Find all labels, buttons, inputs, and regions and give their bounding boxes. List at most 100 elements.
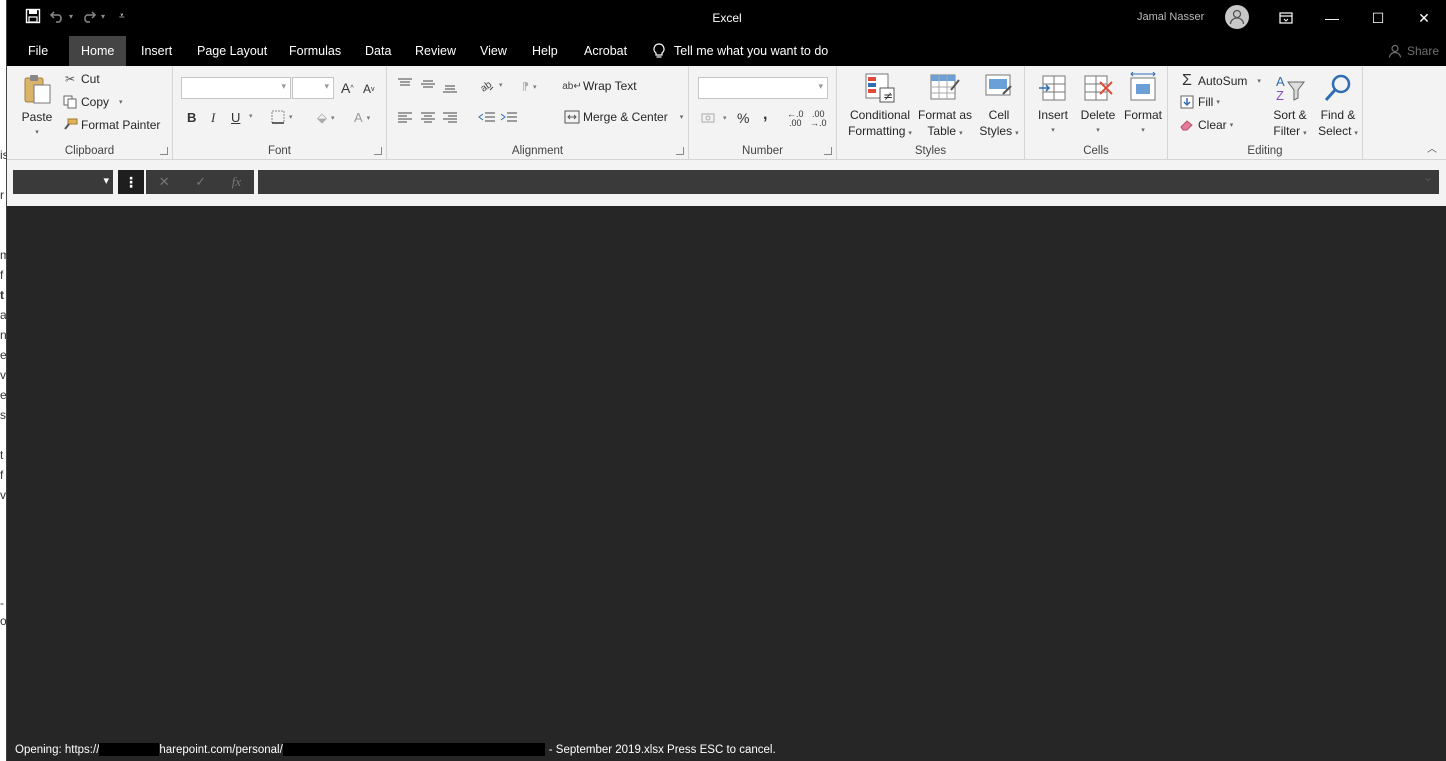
format-cells-button[interactable]: Format ▾ [1121,72,1165,139]
dialog-launcher-icon[interactable] [824,147,832,155]
accounting-format-icon[interactable]: ▾ [701,111,727,125]
merge-center-label: Merge & Center [583,110,668,124]
align-center-icon[interactable] [420,111,436,123]
font-size-combo[interactable] [292,77,334,99]
chevron-down-icon[interactable]: ▾ [249,112,253,120]
fill-down-icon [1178,95,1196,109]
status-prefix: Opening: https:// [15,743,100,756]
number-format-combo[interactable] [698,77,828,99]
chevron-down-icon: ▾ [1051,127,1055,134]
borders-icon[interactable]: ▾ [271,110,293,124]
format-painter-label: Format Painter [81,118,161,132]
user-name[interactable]: Jamal Nasser [1137,11,1223,23]
bg-text: f [0,268,4,282]
dialog-launcher-icon[interactable] [160,147,168,155]
align-middle-icon[interactable] [420,78,436,90]
paragraph-direction-icon[interactable]: ⁋ ▾ [522,80,537,93]
decrease-decimal-icon[interactable]: .00 →.0 [810,110,827,128]
avatar[interactable] [1225,5,1249,29]
dialog-launcher-icon[interactable] [676,147,684,155]
delete-cells-button[interactable]: Delete ▾ [1077,72,1119,139]
more-options-icon[interactable]: ⋮ [118,170,144,194]
tab-file[interactable]: File [17,36,59,66]
align-top-icon[interactable] [397,78,413,90]
autosum-label: AutoSum [1198,74,1248,88]
tab-view[interactable]: View [469,36,518,66]
align-left-icon[interactable] [397,111,413,123]
merge-center-button[interactable]: Merge & Center ▾ [563,110,683,124]
bold-button[interactable]: B [187,110,196,125]
bg-text: t [0,448,4,462]
autosum-button[interactable]: Σ AutoSum ▾ [1178,72,1261,90]
wrap-text-button[interactable]: ab↵ Wrap Text [562,79,637,93]
tab-data[interactable]: Data [354,36,402,66]
find-select-button[interactable]: Find & Select ▾ [1316,72,1360,142]
group-label-cells: Cells [1083,145,1109,157]
lightbulb-icon [653,43,665,58]
group-clipboard: Paste ▾ ✂ Cut Copy ▾ Format Painter Clip… [7,66,173,160]
tab-help[interactable]: Help [521,36,569,66]
enter-icon[interactable]: ✓ [195,174,206,190]
dialog-launcher-icon[interactable] [374,147,382,155]
svg-text:ab: ab [479,79,494,92]
underline-button[interactable]: U [231,110,240,125]
align-bottom-icon[interactable] [442,82,458,94]
share-button[interactable]: Share [1388,36,1439,66]
percent-style-button[interactable]: % [737,110,749,126]
format-as-table-label-1: Format as [917,108,972,122]
maximize-button[interactable]: ☐ [1355,0,1401,36]
tell-me-search[interactable]: Tell me what you want to do [652,36,828,66]
insert-cells-button[interactable]: Insert ▾ [1033,72,1073,139]
increase-indent-icon[interactable] [500,111,518,123]
decrease-indent-icon[interactable] [478,111,496,123]
font-name-combo[interactable] [181,77,291,99]
orientation-icon[interactable]: ab ▾ [479,78,503,92]
tab-formulas[interactable]: Formulas [278,36,352,66]
insert-function-icon[interactable]: fx [232,174,241,190]
insert-cells-icon [1039,75,1066,101]
sort-filter-button[interactable]: AZ Sort & Filter ▾ [1268,72,1312,142]
comma-style-button[interactable]: , [763,106,767,124]
increase-font-size-icon[interactable]: A ^ [341,80,354,96]
delete-cells-label: Delete [1080,108,1116,122]
fill-color-icon[interactable]: ⬙ ▾ [317,110,335,126]
align-right-icon[interactable] [442,111,458,123]
name-box[interactable] [13,170,113,194]
tab-review[interactable]: Review [404,36,467,66]
cut-label: Cut [81,72,100,86]
fill-button[interactable]: Fill ▾ [1178,95,1220,109]
conditional-formatting-button[interactable]: ≠ Conditional Formatting ▾ [845,72,915,142]
group-label-font: Font [267,145,291,157]
tab-page-layout[interactable]: Page Layout [186,36,278,66]
font-color-icon[interactable]: A ▾ [354,110,370,125]
merge-icon [563,110,581,124]
format-as-table-button[interactable]: Format as Table ▾ [917,72,973,142]
group-label-number: Number [742,145,783,157]
group-number: ▾ % , ←.0.00 .00→.0 Number [689,66,837,160]
cancel-icon[interactable]: ✕ [159,174,170,190]
collapse-ribbon-icon[interactable]: ︿ [1427,140,1437,155]
sigma-icon: Σ [1182,72,1192,89]
close-button[interactable]: ✕ [1401,0,1446,36]
italic-button[interactable]: I [211,110,215,126]
worksheet-area [7,206,1446,738]
tab-home[interactable]: Home [69,36,127,66]
tab-insert[interactable]: Insert [130,36,183,66]
cell-styles-button[interactable]: Cell Styles ▾ [977,72,1021,142]
wrap-text-label: Wrap Text [583,79,637,93]
chevron-down-icon: ▾ [499,82,503,89]
chevron-down-icon[interactable]: ▾ [119,98,123,106]
formula-input[interactable] [258,170,1439,194]
cut-button[interactable]: ✂ Cut [61,72,100,86]
paste-button[interactable]: Paste ▾ [17,72,57,141]
decrease-font-size-icon[interactable]: Av [363,82,375,96]
ribbon-display-icon[interactable] [1263,0,1309,36]
group-editing: Σ AutoSum ▾ Fill ▾ Clear ▾ AZ Sort & Fil… [1168,66,1363,160]
copy-button[interactable]: Copy ▾ [61,95,123,109]
increase-decimal-icon[interactable]: ←.0.00 [787,110,804,128]
clear-button[interactable]: Clear ▾ [1178,118,1233,132]
tab-acrobat[interactable]: Acrobat [573,36,638,66]
conditional-formatting-label-1: Conditional [849,108,911,122]
minimize-button[interactable]: — [1309,0,1355,36]
format-painter-button[interactable]: Format Painter [61,118,160,132]
